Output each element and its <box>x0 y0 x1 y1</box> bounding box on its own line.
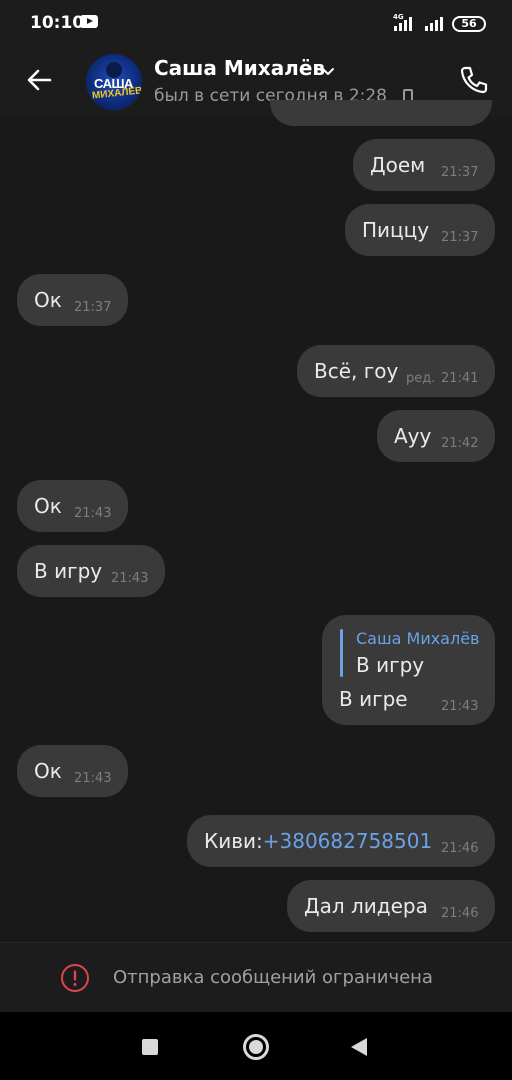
youtube-notification-icon <box>80 15 98 28</box>
restriction-message: Отправка сообщений ограничена <box>113 967 433 988</box>
message-bubble-incoming[interactable]: Ок 21:37 <box>17 274 128 326</box>
nav-back-icon[interactable] <box>351 1038 367 1056</box>
message-text: В игре <box>339 687 408 711</box>
message-time: 21:43 <box>441 699 479 714</box>
message-bubble-outgoing[interactable]: Пиццу 21:37 <box>345 204 495 256</box>
battery-indicator: 56 <box>452 16 486 32</box>
message-text: Ок <box>34 494 62 518</box>
status-time: 10:10 <box>30 13 85 33</box>
message-text: Ок <box>34 288 62 312</box>
phone-call-icon[interactable] <box>454 60 494 100</box>
previous-message-partial <box>270 100 492 126</box>
message-bubble-incoming[interactable]: Ок 21:43 <box>17 745 128 797</box>
message-text: Киви:+380682758501 <box>204 829 432 853</box>
message-time: 21:43 <box>111 571 149 586</box>
message-time: 21:37 <box>74 300 112 315</box>
message-bubble-outgoing[interactable]: Ауу 21:42 <box>377 410 495 462</box>
message-bubble-outgoing[interactable]: Доем 21:37 <box>353 139 495 191</box>
message-time: 21:43 <box>74 771 112 786</box>
message-time: 21:37 <box>441 230 479 245</box>
message-time: 21:41 <box>441 371 479 386</box>
avatar[interactable]: САША МИХАЛЁВ <box>86 54 142 110</box>
home-icon[interactable] <box>243 1034 269 1060</box>
message-bubble-outgoing[interactable]: Всё, гоу ред. 21:41 <box>297 345 495 397</box>
message-text: Ауу <box>394 424 432 448</box>
message-bubble-outgoing-reply[interactable]: Саша Михалёв В игру В игре 21:43 <box>322 615 495 725</box>
message-bubble-outgoing[interactable]: Киви:+380682758501 21:46 <box>187 815 495 867</box>
message-text: Ок <box>34 759 62 783</box>
message-text: В игру <box>34 559 103 583</box>
back-arrow-icon[interactable] <box>20 60 60 100</box>
reply-quote-bar <box>340 629 343 677</box>
message-text: Пиццу <box>362 218 430 242</box>
message-bubble-incoming[interactable]: В игру 21:43 <box>17 545 165 597</box>
message-time: 21:46 <box>441 906 479 921</box>
message-edited-label: ред. <box>406 371 436 386</box>
message-text: Доем <box>370 153 426 177</box>
status-bar: 10:10 4G 56 <box>0 0 512 48</box>
alert-circle-icon <box>61 964 89 992</box>
recent-apps-icon[interactable] <box>142 1039 158 1055</box>
chevron-down-icon[interactable] <box>320 63 336 79</box>
message-time: 21:42 <box>441 436 479 451</box>
contact-name[interactable]: Саша Михалёв <box>154 56 325 80</box>
message-bubble-outgoing[interactable]: Дал лидера 21:46 <box>287 880 495 932</box>
message-time: 21:43 <box>74 506 112 521</box>
signal-icon <box>394 17 412 31</box>
message-time: 21:46 <box>441 841 479 856</box>
signal-icon-2 <box>425 17 443 31</box>
reply-author: Саша Михалёв <box>356 629 480 648</box>
message-text: Всё, гоу <box>314 359 399 383</box>
message-bubble-incoming[interactable]: Ок 21:43 <box>17 480 128 532</box>
reply-quoted-text: В игру <box>356 653 425 677</box>
message-time: 21:37 <box>441 165 479 180</box>
messaging-restricted-bar: Отправка сообщений ограничена <box>0 942 512 1012</box>
message-text: Дал лидера <box>304 894 428 918</box>
phone-number-link[interactable]: +380682758501 <box>263 829 432 853</box>
message-text-prefix: Киви: <box>204 829 263 853</box>
system-navigation-bar <box>0 1012 512 1080</box>
